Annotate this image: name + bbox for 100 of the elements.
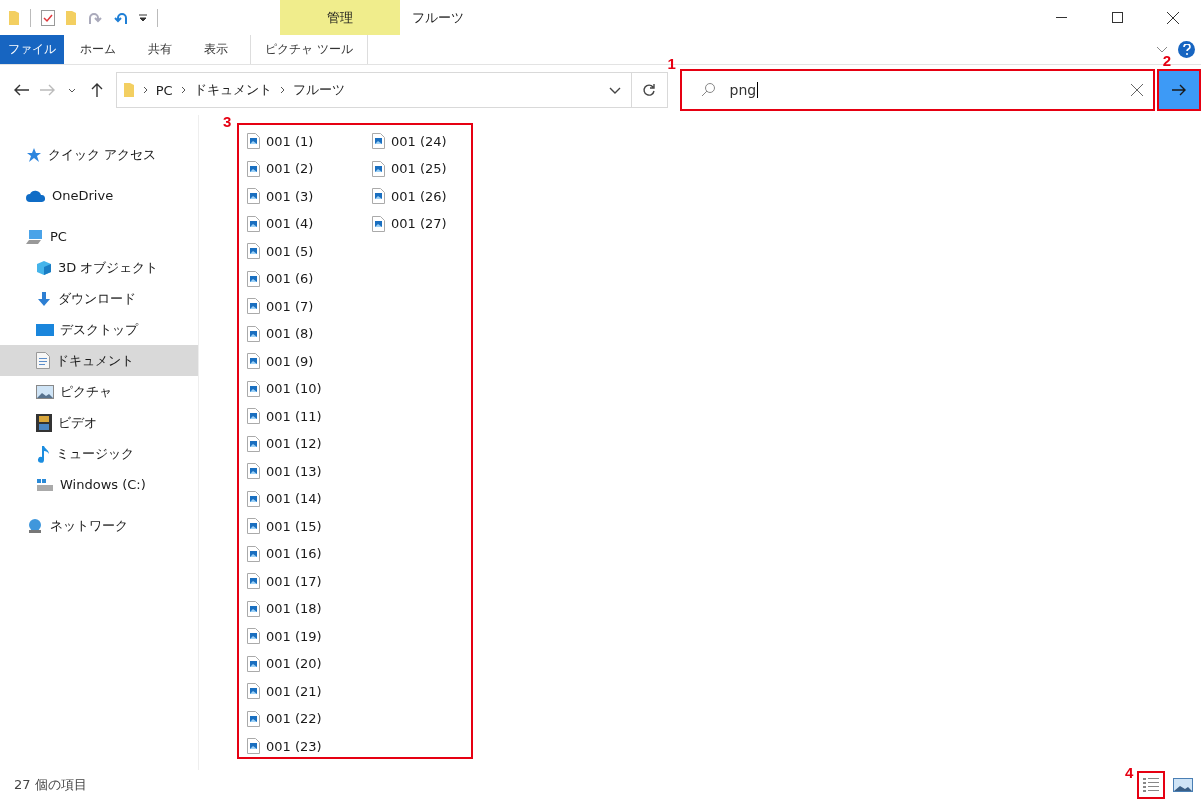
image-file-icon [247,243,260,259]
sidebar-item[interactable]: ピクチャ [0,376,198,407]
sidebar-item[interactable]: デスクトップ [0,314,198,345]
image-file-icon [247,518,260,534]
cloud-icon [26,188,46,203]
file-item[interactable]: 001 (10) [247,376,372,401]
sidebar-item[interactable]: ダウンロード [0,283,198,314]
refresh-button[interactable] [632,72,668,108]
image-file-icon [247,683,260,699]
image-file-icon [247,325,260,342]
breadcrumb[interactable]: ドキュメント [193,81,272,99]
file-item[interactable]: 001 (26) [372,184,497,208]
sidebar-item[interactable]: PC [0,221,198,252]
file-item[interactable]: 001 (27) [372,211,497,236]
file-item[interactable]: 001 (21) [247,679,372,703]
image-file-icon [247,710,260,727]
file-item[interactable]: 001 (11) [247,404,372,428]
star-icon [26,146,42,163]
image-file-icon [247,408,260,424]
desktop-icon [36,322,54,337]
sidebar-item[interactable]: Windows (C:) [0,469,198,500]
ribbon-tab[interactable]: 表示 [188,35,244,64]
image-file-icon [372,160,385,177]
file-item[interactable]: 001 (19) [247,624,372,648]
file-item[interactable]: 001 (18) [247,596,372,621]
help-icon[interactable] [1178,41,1195,58]
image-file-icon [247,490,260,507]
file-item[interactable]: 001 (5) [247,239,372,263]
file-item[interactable]: 001 (22) [247,706,372,731]
image-file-icon [247,160,260,177]
file-item[interactable]: 001 (4) [247,211,372,236]
folder-icon [8,9,20,26]
sidebar-item[interactable]: ドキュメント [0,345,198,376]
window-title: フルーツ [411,8,465,27]
sidebar-item[interactable]: ミュージック [0,438,198,469]
breadcrumb[interactable]: フルーツ [292,81,345,99]
breadcrumb[interactable]: PC [155,82,173,98]
file-item[interactable]: 001 (17) [247,569,372,593]
file-item[interactable]: 001 (6) [247,266,372,291]
folder-icon [65,9,77,26]
checklist-icon[interactable] [41,9,55,26]
document-icon [36,352,50,369]
chevron-down-icon[interactable] [609,86,622,94]
file-item[interactable]: 001 (3) [247,184,372,208]
sidebar-item[interactable]: 3D オブジェクト [0,252,198,283]
file-item[interactable]: 001 (12) [247,431,372,456]
sidebar-item[interactable]: クイック アクセス [0,139,198,170]
image-file-icon [247,270,260,287]
network-icon [26,517,44,534]
image-file-icon [247,628,260,644]
file-item[interactable]: 001 (14) [247,486,372,511]
file-item[interactable]: 001 (20) [247,651,372,676]
file-item[interactable]: 001 (24) [372,129,497,153]
landscape-icon [1173,778,1193,792]
image-file-icon [247,298,260,314]
image-file-icon [247,133,260,149]
file-item[interactable]: 001 (23) [247,734,372,758]
sidebar-item[interactable]: OneDrive [0,180,198,211]
image-file-icon [247,463,260,479]
file-item[interactable]: 001 (16) [247,541,372,566]
image-file-icon [372,133,385,149]
refresh-icon [642,83,657,97]
file-item[interactable]: 001 (2) [247,156,372,181]
sidebar-item[interactable]: ビデオ [0,407,198,438]
music-note-icon [36,444,50,463]
file-item[interactable]: 001 (1) [247,129,372,153]
image-file-icon [247,380,260,397]
down-arrow-icon [36,290,52,307]
image-file-icon [247,738,260,754]
clear-icon[interactable] [1130,84,1143,96]
film-icon [36,413,52,432]
file-item[interactable]: 001 (13) [247,459,372,483]
item-count: 27 個の項目 [14,776,87,794]
callout-number: 1 [667,55,676,72]
chevron-right-icon [180,86,186,94]
image-file-icon [247,545,260,562]
drive-icon [36,476,54,493]
arrow-right-icon [1170,84,1187,96]
landscape-icon [36,384,54,399]
maximize-icon [1111,12,1123,23]
chevron-right-icon [142,86,148,94]
file-item[interactable]: 001 (15) [247,514,372,538]
image-file-icon [247,188,260,204]
ribbon-tab[interactable]: ファイル [0,35,64,64]
image-file-icon [372,188,385,204]
ribbon-tab[interactable]: 共有 [132,35,188,64]
ribbon-tab[interactable]: ピクチャ ツール [250,35,368,64]
file-item[interactable]: 001 (25) [372,156,497,181]
sidebar-item[interactable]: ネットワーク [0,510,198,541]
file-item[interactable]: 001 (8) [247,321,372,346]
ribbon-tab[interactable]: ホーム [64,35,132,64]
address-bar[interactable]: PC ドキュメント フルーツ [115,72,633,108]
chevron-down-icon [68,87,77,93]
image-file-icon [247,655,260,672]
image-file-icon [247,435,260,452]
file-item[interactable]: 001 (9) [247,349,372,373]
contextual-tab-header: 管理 [280,0,400,35]
dropdown-icon[interactable] [139,13,147,22]
close-icon [1167,11,1179,24]
file-item[interactable]: 001 (7) [247,294,372,318]
